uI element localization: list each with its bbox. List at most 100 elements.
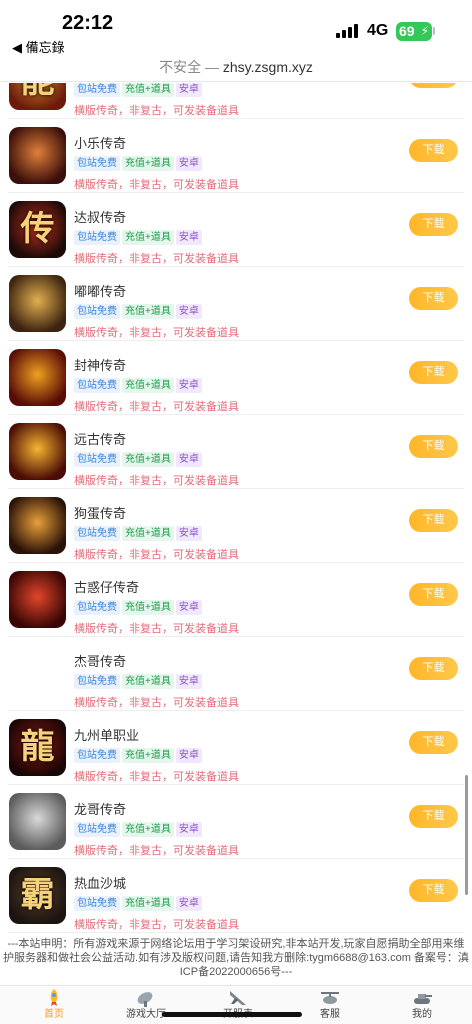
game-icon[interactable] xyxy=(9,423,66,480)
game-icon[interactable] xyxy=(9,497,66,554)
download-button[interactable]: 下载 xyxy=(409,287,458,310)
game-name[interactable]: 狗蛋传奇 xyxy=(74,503,126,522)
game-description: 横版传奇，非复古，可发装备道具 xyxy=(74,549,239,561)
game-icon[interactable] xyxy=(9,645,66,702)
game-name[interactable]: 嘟嘟传奇 xyxy=(74,281,126,300)
recharge-tag: 充值+道具 xyxy=(122,452,174,467)
recharge-tag: 充值+道具 xyxy=(122,896,174,911)
download-button[interactable]: 下载 xyxy=(409,139,458,162)
download-button[interactable]: 下载 xyxy=(409,83,458,88)
game-name[interactable]: 九州单职业 xyxy=(74,725,139,744)
os-tag: 安卓 xyxy=(175,452,202,467)
address-bar[interactable]: 不安全 — zhsy.zsgm.xyz xyxy=(0,56,472,82)
game-row[interactable]: 能包站免费充值+道具安卓横版传奇，非复古，可发装备道具 下载 xyxy=(8,83,464,119)
game-icon-glyph xyxy=(9,793,66,850)
game-icon-glyph: 霸 xyxy=(20,875,55,915)
nav-item-profile[interactable]: 我的 xyxy=(382,988,462,1024)
game-tags: 包站免费 充值+道具 安卓 xyxy=(74,304,204,319)
os-tag: 安卓 xyxy=(175,526,202,541)
game-row[interactable]: 传达叔传奇包站免费 充值+道具 安卓横版传奇，非复古，可发装备道具 下载 xyxy=(8,193,464,267)
game-icon-glyph: 龍 xyxy=(20,727,55,767)
download-button[interactable]: 下载 xyxy=(409,583,458,606)
recharge-tag: 充值+道具 xyxy=(122,230,174,245)
game-list-inner: 能包站免费充值+道具安卓横版传奇，非复古，可发装备道具下载小乐传奇包站免费充值+… xyxy=(0,83,472,933)
game-description: 横版传奇，非复古，可发装备道具 xyxy=(74,401,239,413)
game-description: 横版传奇，非复古，可发装备道具 xyxy=(74,845,239,857)
recharge-tag: 充值+道具 xyxy=(122,526,174,541)
game-tags: 包站免费 充值+道具 安卓 xyxy=(74,230,204,245)
game-name[interactable]: 杰哥传奇 xyxy=(74,651,126,670)
game-tags: 包站免费 充值+道具 安卓 xyxy=(74,452,204,467)
game-icon[interactable] xyxy=(9,275,66,332)
game-row[interactable]: 嘟嘟传奇包站免费 充值+道具 安卓横版传奇，非复古，可发装备道具 下载 xyxy=(8,267,464,341)
game-icon[interactable]: 传 xyxy=(9,201,66,258)
game-row[interactable]: 霸热血沙城 包站免费 充值+道具 安卓 横版传奇，非复古，可发装备道具 下载 xyxy=(8,859,464,933)
signal-icon xyxy=(336,24,360,38)
os-tag: 安卓 xyxy=(175,304,202,319)
game-description: 横版传奇，非复古，可发装备道具 xyxy=(74,919,239,931)
disclaimer-text: ---本站申明：所有游戏来源于网络论坛用于学习架设研究,非本站开发,玩家自愿捐助… xyxy=(3,938,469,978)
game-icon[interactable]: 霸 xyxy=(9,867,66,924)
os-tag: 安卓 xyxy=(175,378,202,393)
download-button[interactable]: 下载 xyxy=(409,435,458,458)
game-description: 横版传奇，非复古，可发装备道具 xyxy=(74,327,239,339)
download-button[interactable]: 下载 xyxy=(409,361,458,384)
satellite-dish-icon xyxy=(137,992,153,1007)
recharge-tag: 充值+道具 xyxy=(122,600,174,615)
game-tags: 包站免费 充值+道具 安卓 xyxy=(74,378,204,393)
nav-item-home[interactable]: 首页 xyxy=(14,988,94,1024)
game-name[interactable]: 龙哥传奇 xyxy=(74,799,126,818)
game-row[interactable]: 远古传奇 包站免费 充值+道具 安卓 横版传奇，非复古，可发装备道具 下载 xyxy=(8,415,464,489)
nav-item-game-hall[interactable]: 游戏大厅 xyxy=(106,988,186,1024)
url-domain: zhsy.zsgm.xyz xyxy=(222,59,313,75)
game-row[interactable]: 古惑仔传奇 包站免费 充值+道具 安卓 横版传奇，非复古，可发装备道具 下载 xyxy=(8,563,464,637)
game-icon[interactable] xyxy=(9,571,66,628)
game-icon[interactable]: 能 xyxy=(9,83,66,110)
game-name[interactable]: 封神传奇 xyxy=(74,355,126,374)
free-tag: 包站免费 xyxy=(74,600,120,615)
download-button[interactable]: 下载 xyxy=(409,879,458,902)
game-name[interactable]: 小乐传奇 xyxy=(74,133,126,152)
game-icon[interactable]: 龍 xyxy=(9,719,66,776)
game-row[interactable]: 封神传奇包站免费 充值+道具 安卓横版传奇，非复古，可发装备道具 下载 xyxy=(8,341,464,415)
recharge-tag: 充值+道具 xyxy=(122,674,174,689)
game-name[interactable]: 达叔传奇 xyxy=(74,207,126,226)
game-name[interactable]: 热血沙城 xyxy=(74,873,126,892)
game-icon[interactable] xyxy=(9,793,66,850)
os-tag: 安卓 xyxy=(175,83,202,97)
game-name[interactable]: 古惑仔传奇 xyxy=(74,577,139,596)
game-icon-glyph xyxy=(9,571,66,628)
game-row[interactable]: 龙哥传奇 包站免费 充值+道具 安卓 横版传奇，非复古，可发装备道具 下载 xyxy=(8,785,464,859)
game-row[interactable]: 狗蛋传奇 包站免费 充值+道具 安卓 横版传奇，非复古，可发装备道具 下载 xyxy=(8,489,464,563)
recharge-tag: 充值+道具 xyxy=(122,378,174,393)
helicopter-icon xyxy=(321,992,339,1004)
url-separator: — xyxy=(201,59,223,75)
game-name[interactable]: 远古传奇 xyxy=(74,429,126,448)
free-tag: 包站免费 xyxy=(74,674,120,689)
download-button[interactable]: 下载 xyxy=(409,657,458,680)
download-button[interactable]: 下载 xyxy=(409,509,458,532)
download-button[interactable]: 下载 xyxy=(409,731,458,754)
game-description: 横版传奇，非复古，可发装备道具 xyxy=(74,179,239,191)
game-icon-glyph xyxy=(9,275,66,332)
game-icon[interactable] xyxy=(9,349,66,406)
game-list[interactable]: 能包站免费充值+道具安卓横版传奇，非复古，可发装备道具下载小乐传奇包站免费充值+… xyxy=(0,83,472,933)
game-description: 横版传奇，非复古，可发装备道具 xyxy=(74,697,239,709)
game-row[interactable]: 小乐传奇 包站免费 充值+道具 安卓 横版传奇，非复古，可发装备道具 下载 xyxy=(8,119,464,193)
free-tag: 包站免费 xyxy=(74,378,120,393)
back-to-app-link[interactable]: ◀ 備忘錄 xyxy=(12,37,65,56)
free-tag: 包站免费 xyxy=(74,452,120,467)
nav-item-customer-service[interactable]: 客服 xyxy=(290,988,370,1024)
game-description: 横版传奇，非复古，可发装备道具 xyxy=(74,253,239,265)
free-tag: 包站免费 xyxy=(74,304,120,319)
nav-item-server-list[interactable]: 开服表 xyxy=(198,988,278,1024)
os-tag: 安卓 xyxy=(175,748,202,763)
scrollbar[interactable] xyxy=(465,775,468,895)
game-row[interactable]: 杰哥传奇 包站免费 充值+道具 安卓 横版传奇，非复古，可发装备道具 下载 xyxy=(8,637,464,711)
game-icon[interactable] xyxy=(9,127,66,184)
game-row[interactable]: 龍九州单职业 包站免费 充值+道具 安卓 横版传奇，非复古，可发装备道具 下载 xyxy=(8,711,464,785)
game-icon-glyph xyxy=(9,497,66,554)
download-button[interactable]: 下载 xyxy=(409,213,458,236)
download-button[interactable]: 下载 xyxy=(409,805,458,828)
nav-label-home: 首页 xyxy=(44,1009,64,1020)
